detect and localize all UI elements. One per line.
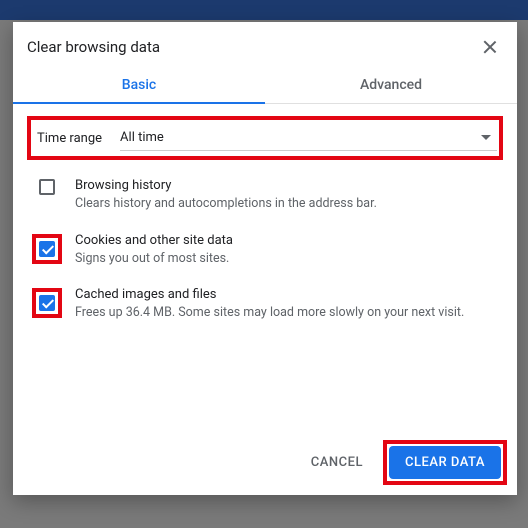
option-title: Cookies and other site data	[75, 233, 233, 248]
highlight-time-range: Time range All time	[27, 116, 503, 160]
highlight-checkbox-cookies	[32, 234, 62, 264]
option-cached: Cached images and files Frees up 36.4 MB…	[27, 277, 503, 332]
time-range-row: Time range All time	[33, 122, 497, 154]
option-desc: Signs you out of most sites.	[75, 250, 233, 268]
checkbox-browsing-history[interactable]	[39, 179, 55, 195]
checkbox-cookies[interactable]	[39, 241, 55, 257]
time-range-value: All time	[120, 130, 164, 145]
dialog-tabs: Basic Advanced	[13, 66, 517, 104]
tab-advanced[interactable]: Advanced	[265, 66, 517, 103]
option-title: Browsing history	[75, 178, 377, 193]
tab-basic[interactable]: Basic	[13, 66, 265, 103]
cancel-button[interactable]: CANCEL	[301, 447, 373, 478]
highlight-checkbox-cached	[32, 288, 62, 318]
option-desc: Clears history and autocompletions in th…	[75, 195, 377, 213]
time-range-label: Time range	[33, 131, 102, 146]
option-browsing-history: Browsing history Clears history and auto…	[27, 168, 503, 223]
dialog-header: Clear browsing data	[13, 22, 517, 66]
close-icon[interactable]	[481, 38, 499, 56]
chevron-down-icon	[481, 135, 491, 140]
dialog-title: Clear browsing data	[27, 38, 160, 56]
checkbox-cached[interactable]	[39, 295, 55, 311]
option-desc: Frees up 36.4 MB. Some sites may load mo…	[75, 304, 464, 322]
dialog-footer: CANCEL CLEAR DATA	[13, 430, 517, 495]
option-cookies: Cookies and other site data Signs you ou…	[27, 223, 503, 278]
option-title: Cached images and files	[75, 287, 464, 302]
clear-data-button[interactable]: CLEAR DATA	[389, 446, 501, 479]
browser-toolbar-obscured	[0, 0, 528, 20]
highlight-clear-button: CLEAR DATA	[383, 440, 507, 485]
clear-browsing-data-dialog: Clear browsing data Basic Advanced Time …	[13, 22, 517, 495]
dialog-content: Time range All time Browsing history Cle…	[13, 104, 517, 430]
time-range-select[interactable]: All time	[120, 125, 497, 151]
